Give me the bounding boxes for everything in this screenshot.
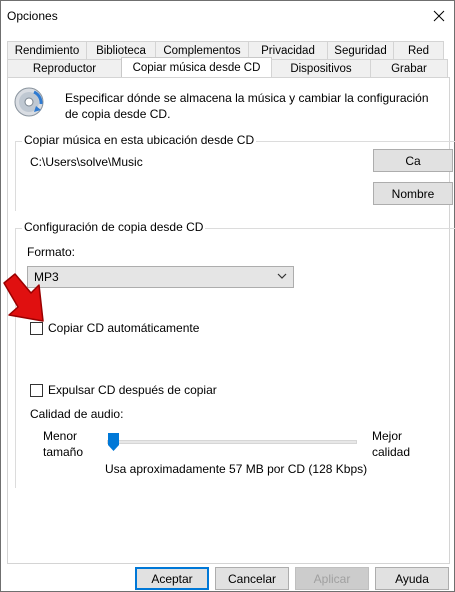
cancel-button[interactable]: Cancelar <box>215 567 289 590</box>
red-arrow-icon <box>3 273 44 322</box>
change-location-button[interactable]: Ca <box>373 149 453 172</box>
tab-row-front: Reproductor Copiar música desde CD Dispo… <box>7 57 448 77</box>
title-bar: Opciones <box>1 1 454 31</box>
tab-reproductor[interactable]: Reproductor <box>7 59 122 77</box>
eject-row[interactable]: Expulsar CD después de copiar <box>30 383 217 397</box>
ok-button[interactable]: Aceptar <box>135 567 209 590</box>
tab-grabar[interactable]: Grabar <box>370 59 448 77</box>
location-group-label: Copiar música en esta ubicación desde CD <box>22 133 257 147</box>
audio-quality-slider-thumb[interactable] <box>108 433 119 451</box>
auto-copy-label: Copiar CD automáticamente <box>48 321 200 335</box>
audio-quality-slider-track[interactable] <box>107 440 357 444</box>
eject-checkbox[interactable] <box>30 383 43 397</box>
window-title: Opciones <box>7 9 58 23</box>
quality-note: Usa aproximadamente 57 MB por CD (128 Kb… <box>105 462 368 476</box>
rip-settings-label: Configuración de copia desde CD <box>22 220 206 234</box>
tab-rendimiento[interactable]: Rendimiento <box>7 41 87 59</box>
quality-max-label-line1: Mejor <box>372 429 403 443</box>
close-button[interactable] <box>424 1 454 31</box>
file-name-button[interactable]: Nombre <box>373 182 453 205</box>
tab-dispositivos[interactable]: Dispositivos <box>271 59 371 77</box>
tab-seguridad[interactable]: Seguridad <box>327 41 394 59</box>
quality-min-label-line1: Menor <box>43 429 78 443</box>
auto-copy-row[interactable]: Copiar CD automáticamente <box>30 321 199 335</box>
tab-copiar-musica[interactable]: Copiar música desde CD <box>121 57 272 77</box>
eject-label: Expulsar CD después de copiar <box>48 383 217 397</box>
audio-quality-label: Calidad de audio: <box>30 407 124 421</box>
chevron-down-icon <box>277 273 287 279</box>
tab-panel: Especificar dónde se almacena la música … <box>7 77 455 564</box>
tab-red[interactable]: Red <box>393 41 444 59</box>
cd-rip-icon <box>14 87 44 117</box>
options-dialog: Opciones Rendimiento Biblioteca Compleme… <box>0 0 455 592</box>
apply-button[interactable]: Aplicar <box>295 567 369 590</box>
header-description: Especificar dónde se almacena la música … <box>65 91 429 121</box>
quality-max-label-line2: calidad <box>372 445 411 459</box>
quality-min-label-line2: tamaño <box>43 445 84 459</box>
format-label: Formato: <box>27 245 76 259</box>
music-path: C:\Users\solve\Music <box>30 155 143 169</box>
format-select[interactable]: MP3 <box>27 266 294 288</box>
help-button[interactable]: Ayuda <box>375 567 449 590</box>
close-icon <box>433 10 445 22</box>
